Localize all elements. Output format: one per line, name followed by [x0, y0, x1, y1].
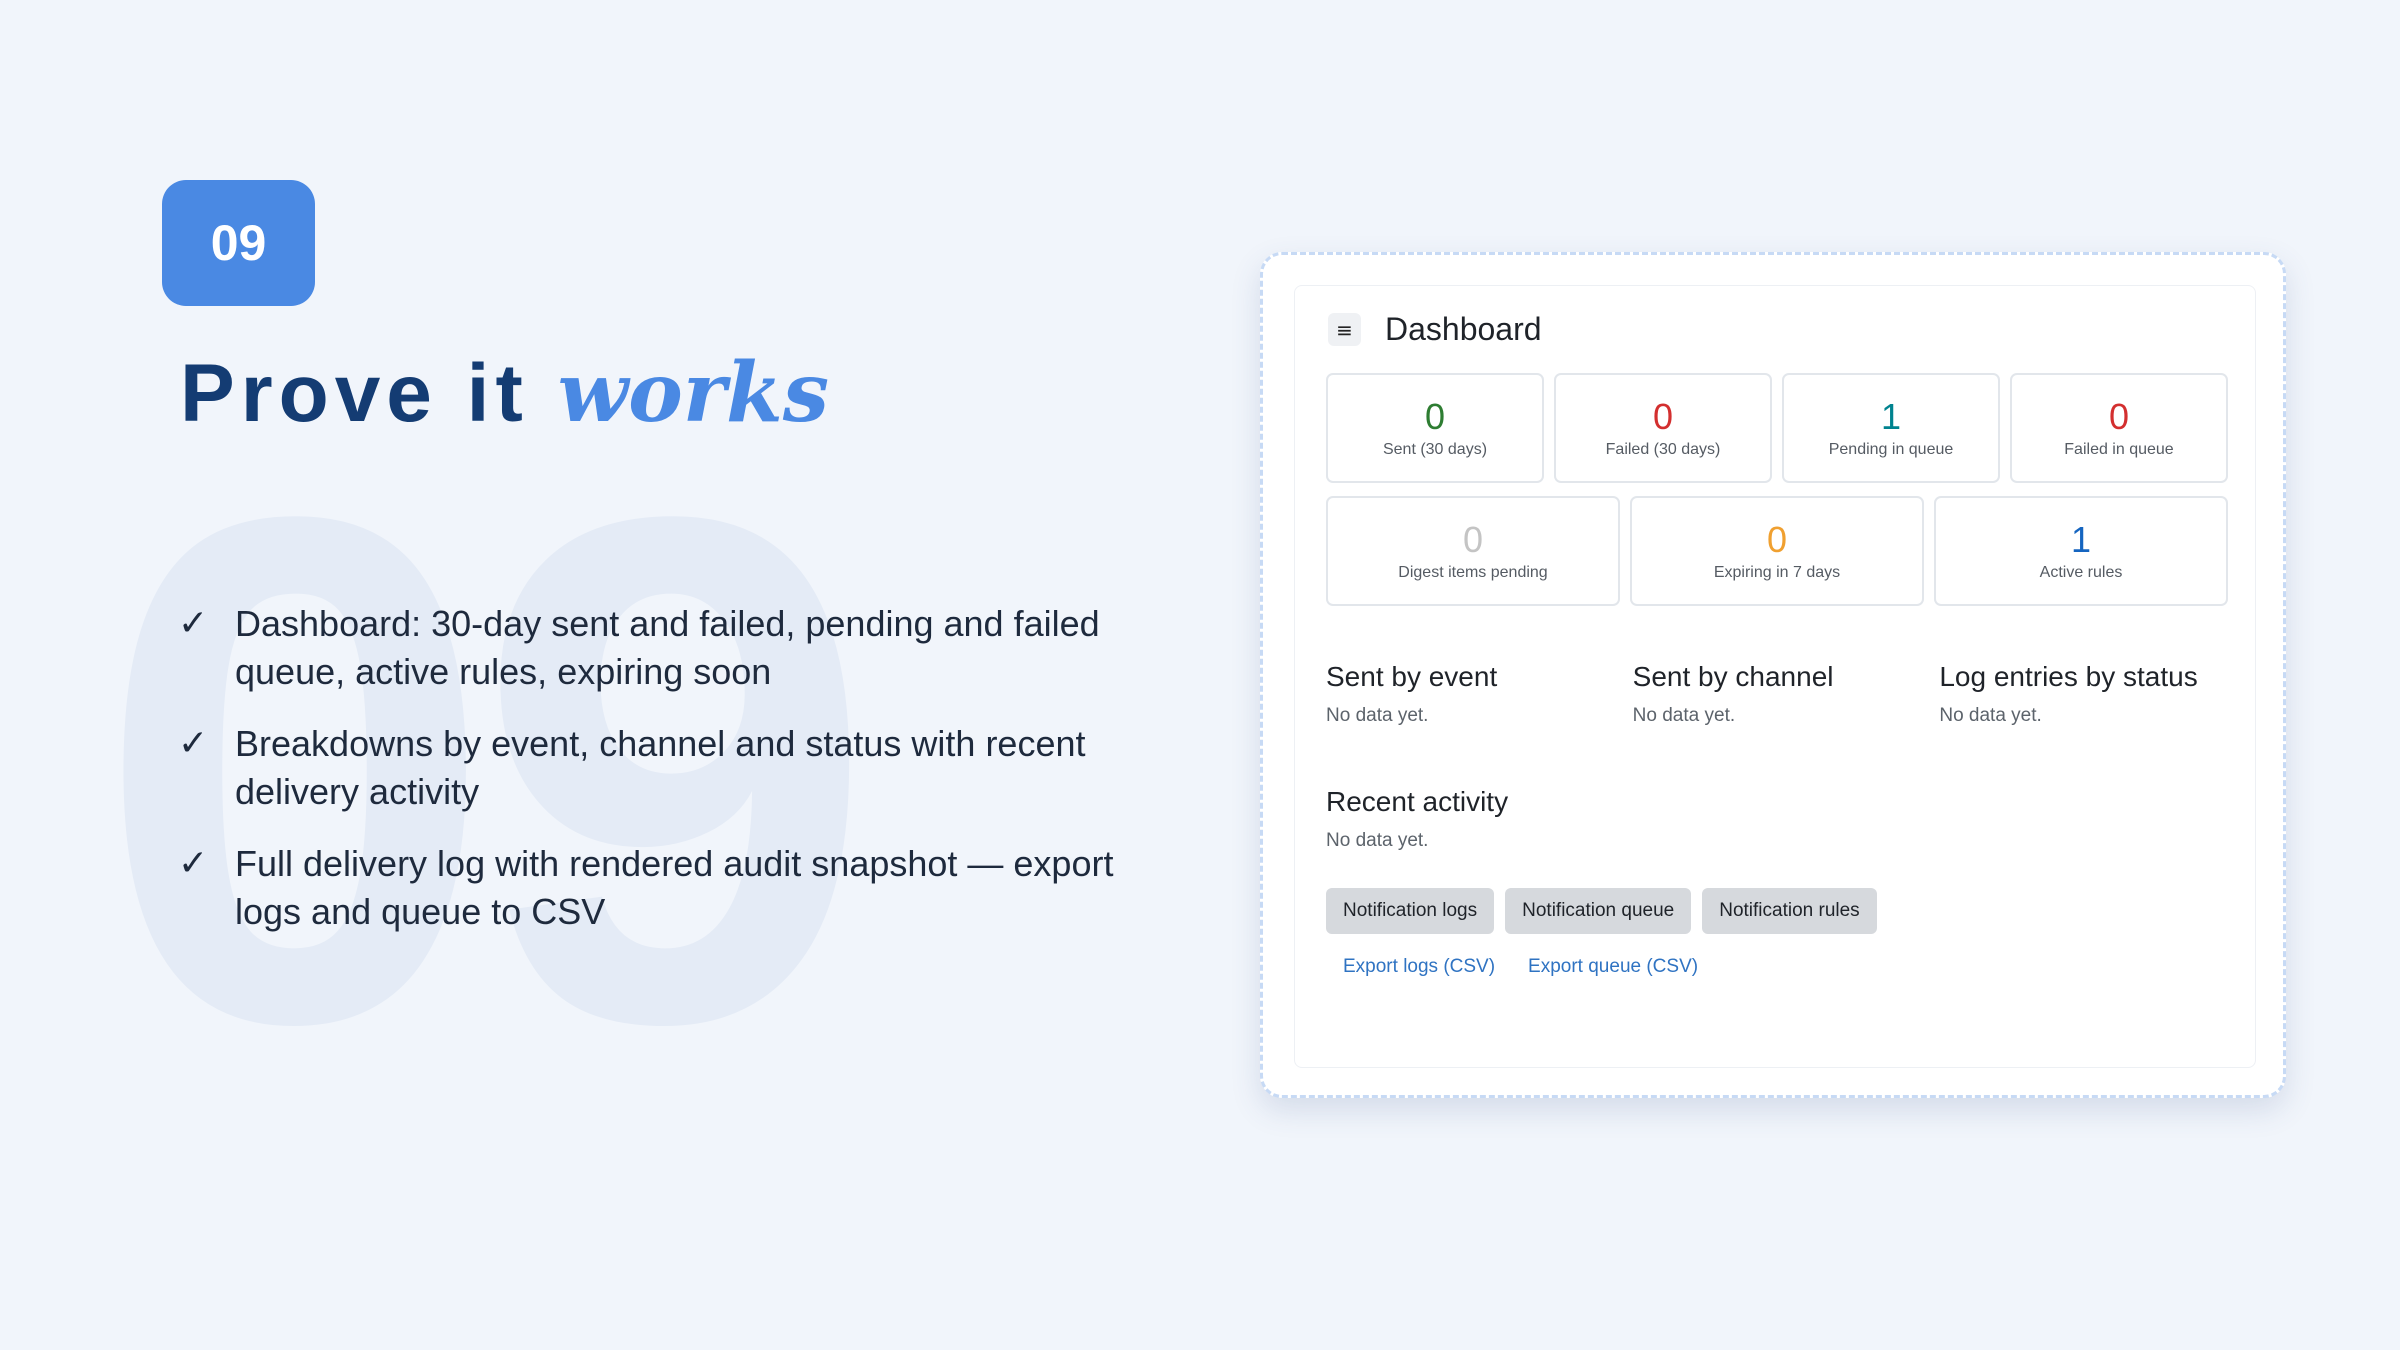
- section-heading: Log entries by status: [1939, 661, 2198, 692]
- section-heading: Sent by channel: [1632, 661, 1834, 692]
- stat-value: 0: [2108, 396, 2130, 437]
- checkmark-icon: ✓: [178, 723, 209, 764]
- stat-card-failed: 0 Failed (30 days): [1554, 373, 1772, 483]
- stat-label: Sent (30 days): [1382, 441, 1488, 458]
- empty-state-text: No data yet.: [1632, 705, 1736, 726]
- stat-value: 1: [2070, 519, 2092, 560]
- section-heading: Sent by event: [1326, 661, 1498, 692]
- stats-row-secondary: 0 Digest items pending 0 Expiring in 7 d…: [1326, 496, 2238, 606]
- empty-state-text: No data yet.: [1939, 705, 2042, 726]
- breakdown-by-status: Log entries by status No data yet.: [1939, 661, 2246, 727]
- stat-card-expiring: 0 Expiring in 7 days: [1630, 496, 1924, 606]
- bullet-item: ✓ Full delivery log with rendered audit …: [178, 840, 1158, 936]
- export-links: Export logs (CSV) Export queue (CSV): [1343, 956, 1731, 978]
- section-heading: Recent activity: [1326, 786, 1509, 817]
- export-queue-link[interactable]: Export queue (CSV): [1528, 956, 1698, 978]
- stat-card-active-rules: 1 Active rules: [1934, 496, 2228, 606]
- bullet-text: Full delivery log with rendered audit sn…: [235, 843, 1114, 932]
- bullet-list: ✓ Dashboard: 30-day sent and failed, pen…: [178, 600, 1158, 960]
- stat-card-digest-pending: 0 Digest items pending: [1326, 496, 1620, 606]
- slide: 09 09 Prove it works ✓ Dashboard: 30-day…: [0, 0, 2400, 1350]
- dashboard-panel: ≡ Dashboard 0 Sent (30 days) 0 Failed (3…: [1294, 285, 2256, 1068]
- stat-value: 1: [1880, 396, 1902, 437]
- breakdown-by-channel: Sent by channel No data yet.: [1633, 661, 1940, 727]
- slide-title: Prove it works: [180, 345, 829, 441]
- notification-queue-button[interactable]: Notification queue: [1505, 888, 1692, 934]
- menu-icon[interactable]: ≡: [1328, 313, 1361, 346]
- bullet-text: Breakdowns by event, channel and status …: [235, 723, 1086, 812]
- breakdown-sections: Sent by event No data yet. Sent by chann…: [1326, 661, 2246, 727]
- stats-row-primary: 0 Sent (30 days) 0 Failed (30 days) 1 Pe…: [1326, 373, 2238, 483]
- checkmark-icon: ✓: [178, 603, 209, 644]
- bullet-item: ✓ Dashboard: 30-day sent and failed, pen…: [178, 600, 1158, 696]
- stat-card-failed-queue: 0 Failed in queue: [2010, 373, 2228, 483]
- bullet-item: ✓ Breakdowns by event, channel and statu…: [178, 720, 1158, 816]
- stat-value: 0: [1424, 396, 1446, 437]
- stat-label: Pending in queue: [1828, 441, 1954, 458]
- stat-value: 0: [1462, 519, 1484, 560]
- navigation-buttons: Notification logs Notification queue Not…: [1326, 888, 1888, 934]
- export-logs-link[interactable]: Export logs (CSV): [1343, 956, 1495, 978]
- notification-logs-button[interactable]: Notification logs: [1326, 888, 1495, 934]
- stat-value: 0: [1652, 396, 1674, 437]
- slide-number-badge: 09: [162, 180, 315, 306]
- breakdown-by-event: Sent by event No data yet.: [1326, 661, 1633, 727]
- recent-activity-section: Recent activity No data yet.: [1326, 786, 1508, 852]
- stat-label: Digest items pending: [1398, 564, 1548, 581]
- stat-label: Failed in queue: [2064, 441, 2174, 458]
- stat-value: 0: [1766, 519, 1788, 560]
- dashboard-header: ≡ Dashboard: [1328, 311, 1542, 348]
- stat-label: Active rules: [2039, 564, 2123, 581]
- stat-label: Failed (30 days): [1605, 441, 1721, 458]
- stat-card-sent: 0 Sent (30 days): [1326, 373, 1544, 483]
- title-main: Prove it: [180, 348, 558, 439]
- checkmark-icon: ✓: [178, 843, 209, 884]
- bullet-text: Dashboard: 30-day sent and failed, pendi…: [235, 603, 1100, 692]
- dashboard-title: Dashboard: [1385, 311, 1542, 347]
- screenshot-frame: ≡ Dashboard 0 Sent (30 days) 0 Failed (3…: [1260, 252, 2286, 1098]
- title-accent: works: [557, 345, 830, 441]
- stat-label: Expiring in 7 days: [1713, 564, 1841, 581]
- empty-state-text: No data yet.: [1326, 705, 1429, 726]
- notification-rules-button[interactable]: Notification rules: [1702, 888, 1877, 934]
- stat-card-pending-queue: 1 Pending in queue: [1782, 373, 2000, 483]
- empty-state-text: No data yet.: [1326, 830, 1429, 851]
